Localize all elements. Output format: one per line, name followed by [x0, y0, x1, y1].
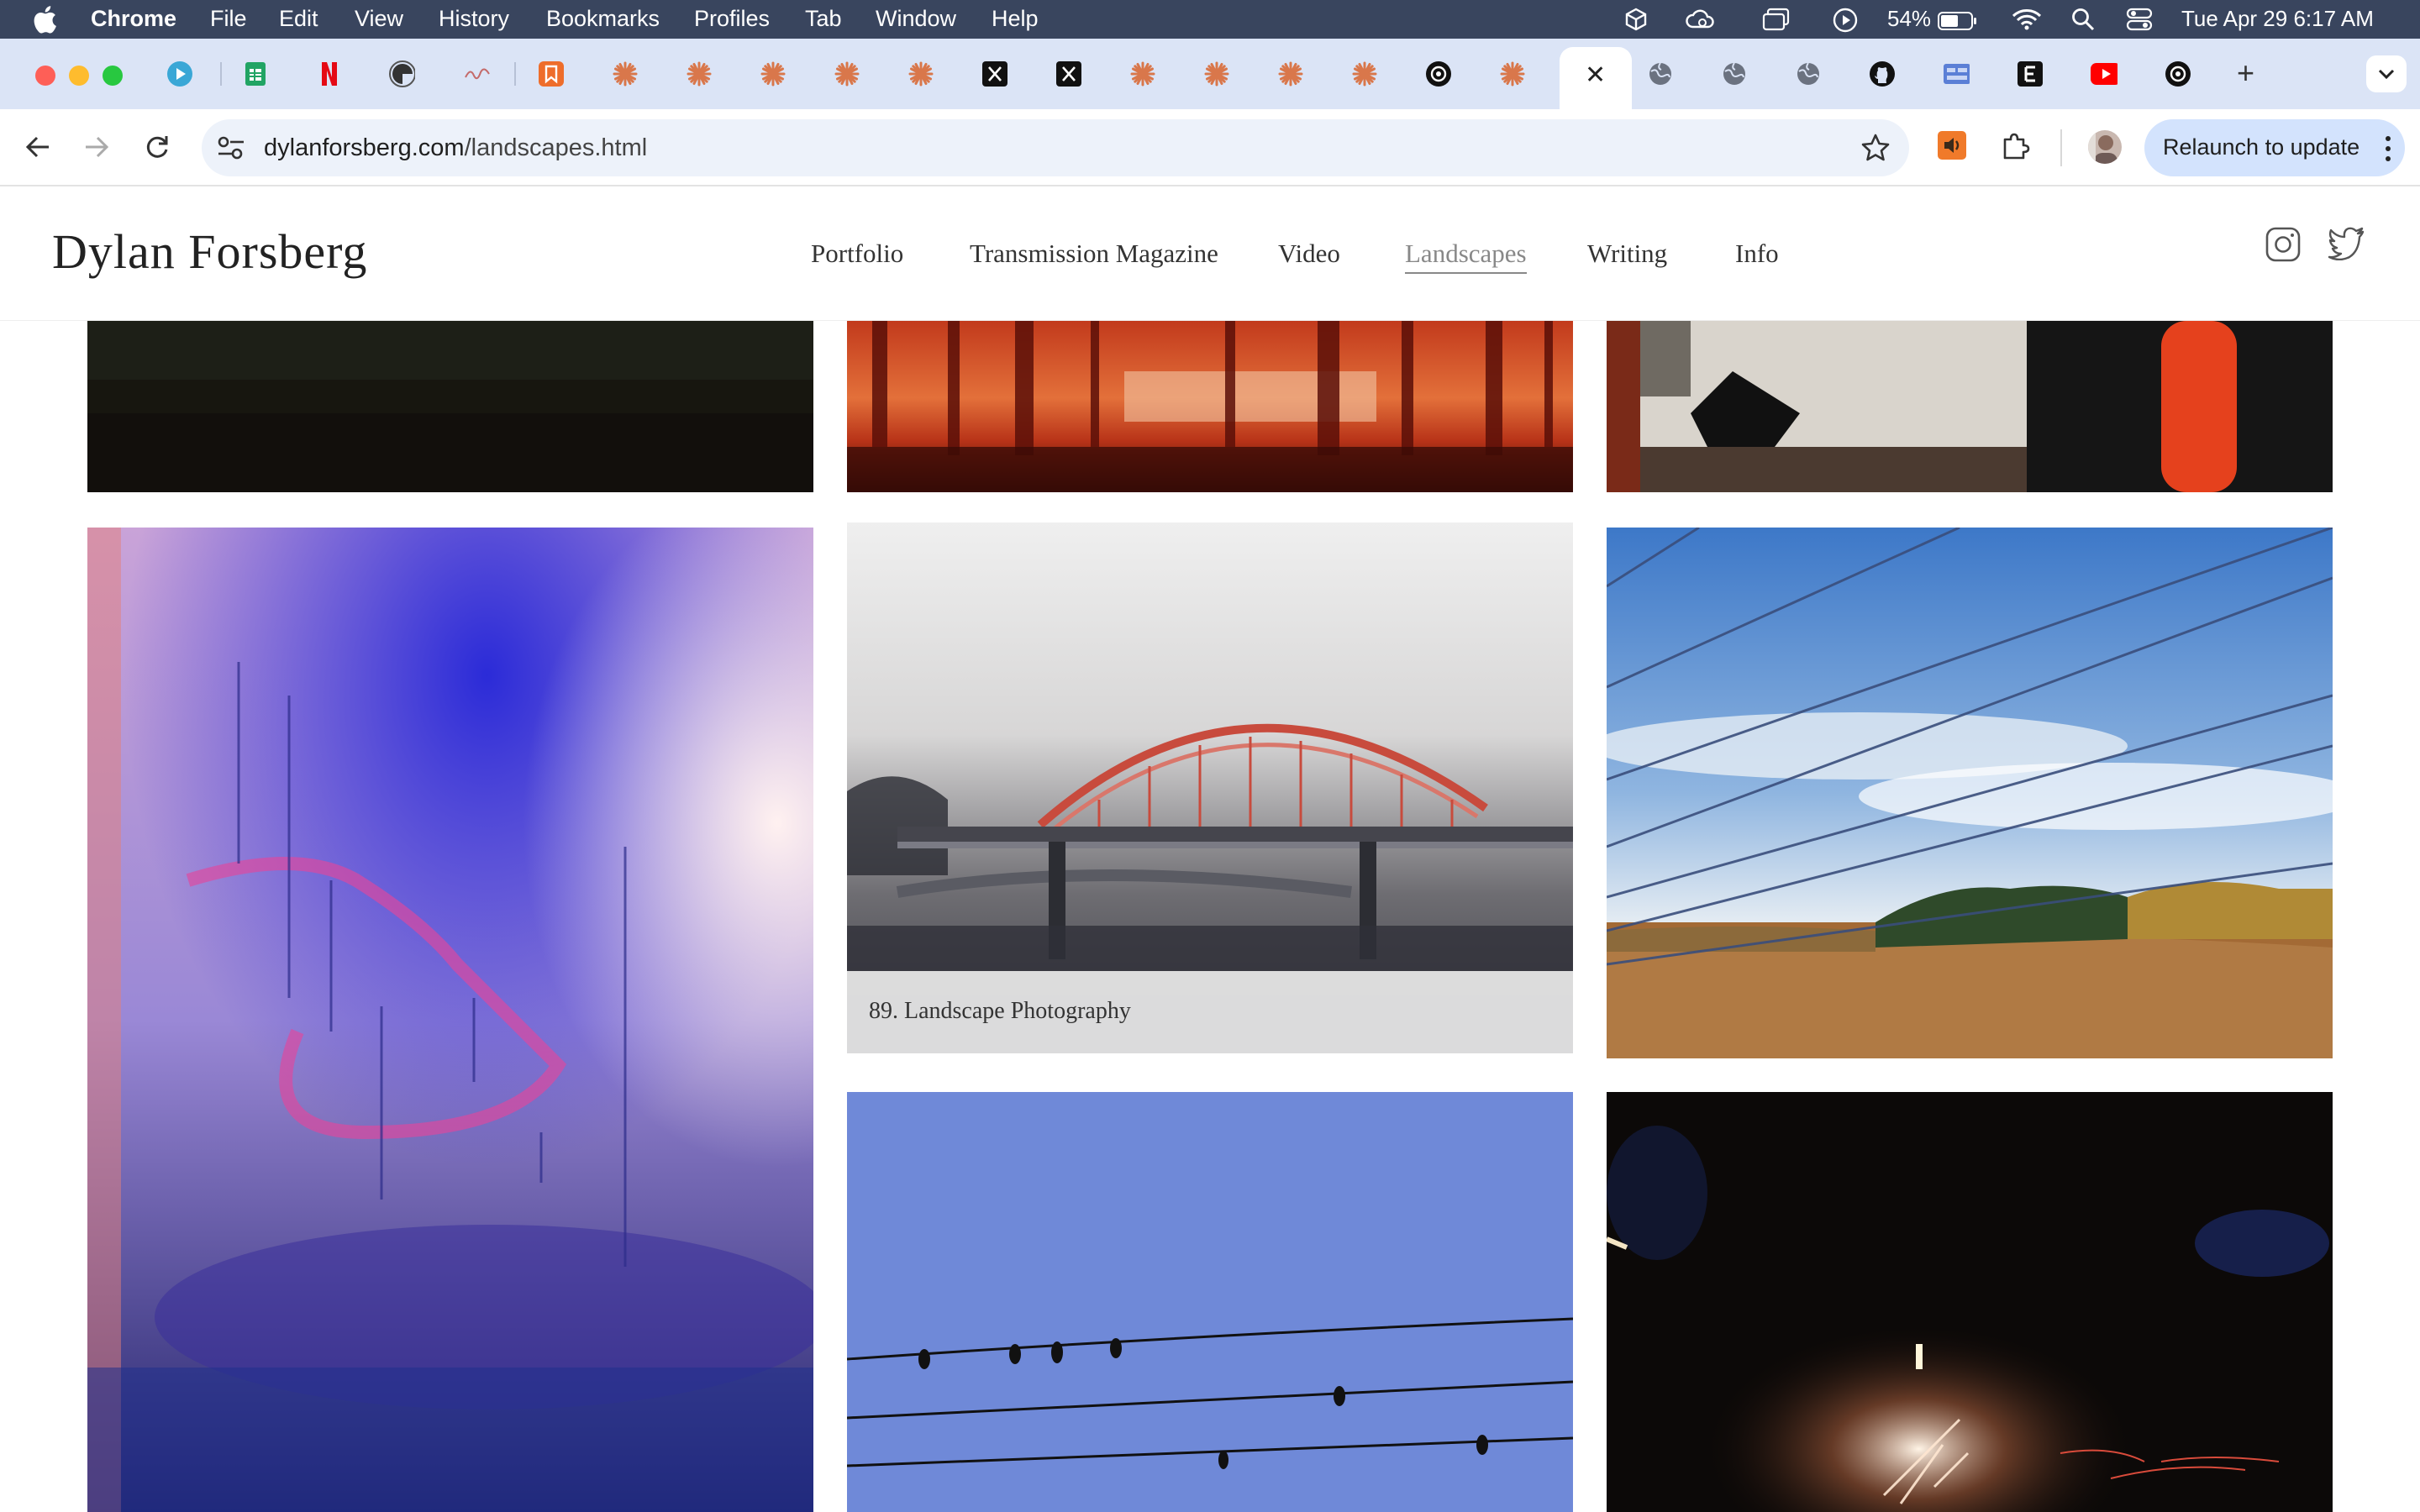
site-settings-icon[interactable]	[217, 134, 245, 165]
tab-claude-icon[interactable]	[834, 60, 860, 87]
new-tab-button[interactable]: +	[2237, 55, 2254, 91]
photo-room-red-light[interactable]	[1607, 321, 2333, 492]
photo-powerlines-field[interactable]	[1607, 528, 2333, 1058]
audio-extension-icon[interactable]	[1938, 131, 1966, 164]
tab-claude-icon[interactable]	[760, 60, 786, 87]
minimize-window-button[interactable]	[69, 66, 89, 86]
menu-app-name[interactable]: Chrome	[91, 6, 176, 32]
reload-icon[interactable]	[143, 133, 171, 165]
menu-view[interactable]: View	[355, 6, 403, 32]
tab-github-icon[interactable]	[1869, 60, 1896, 87]
tab-x-icon[interactable]	[1055, 60, 1082, 87]
site-header: Dylan Forsberg Portfolio Transmission Ma…	[0, 186, 2420, 321]
tab-claude-icon[interactable]	[686, 60, 713, 87]
relaunch-to-update-button[interactable]: Relaunch to update	[2144, 119, 2405, 176]
cube-icon[interactable]	[1623, 7, 1649, 38]
tab-claude-icon[interactable]	[1499, 60, 1526, 87]
battery-percent: 54%	[1887, 6, 1932, 31]
twitter-icon[interactable]	[2328, 227, 2365, 265]
chevron-down-icon	[2378, 69, 2395, 80]
tab-separator	[514, 62, 516, 86]
menu-tab[interactable]: Tab	[805, 6, 842, 32]
menu-history[interactable]: History	[439, 6, 509, 32]
toolbar-divider	[2060, 129, 2062, 166]
menu-edit[interactable]: Edit	[279, 6, 318, 32]
tab-claude-icon[interactable]	[612, 60, 639, 87]
address-bar[interactable]: dylanforsberg.com/landscapes.html	[202, 119, 1909, 176]
tab-pinwheel-icon[interactable]	[388, 60, 415, 87]
photo-caption: 89. Landscape Photography	[869, 998, 1131, 1024]
photo-abstract-purple[interactable]	[87, 528, 813, 1512]
tab-globe-icon[interactable]	[1795, 60, 1822, 87]
url-path: /landscapes.html	[464, 134, 648, 161]
bookmark-star-icon[interactable]	[1860, 133, 1891, 167]
control-center-icon[interactable]	[2126, 7, 2153, 38]
url-text: dylanforsberg.com/landscapes.html	[264, 134, 647, 162]
photo-dark-landscape[interactable]	[87, 321, 813, 492]
nav-landscapes[interactable]: Landscapes	[1405, 239, 1527, 274]
tab-youtube-icon[interactable]	[2091, 60, 2118, 87]
tab-globe-icon[interactable]	[1721, 60, 1748, 87]
tab-play-icon[interactable]	[166, 60, 193, 87]
window-stack-icon[interactable]	[1761, 7, 1791, 38]
url-domain: dylanforsberg.com	[264, 134, 465, 161]
play-circle-icon[interactable]	[1832, 7, 1859, 39]
close-tab-icon[interactable]: ✕	[1585, 60, 1606, 90]
tab-separator	[220, 62, 222, 86]
tab-search-button[interactable]	[2366, 55, 2407, 92]
close-window-button[interactable]	[35, 66, 55, 86]
instagram-icon[interactable]	[2265, 227, 2301, 266]
menu-profiles[interactable]: Profiles	[694, 6, 770, 32]
apple-icon[interactable]	[32, 5, 66, 34]
more-vert-icon	[2386, 136, 2391, 161]
macos-menubar: Chrome File Edit View History Bookmarks …	[0, 0, 2420, 39]
nav-writing[interactable]: Writing	[1587, 239, 1667, 269]
site-logo[interactable]: Dylan Forsberg	[52, 223, 367, 280]
tab-bookmark-app-icon[interactable]	[538, 60, 565, 87]
profile-avatar[interactable]	[2087, 129, 2123, 169]
photo-gallery: 89. Landscape Photography	[0, 321, 2420, 1512]
menu-file[interactable]: File	[210, 6, 247, 32]
zoom-window-button[interactable]	[103, 66, 123, 86]
menubar-datetime[interactable]: Tue Apr 29 6:17 AM	[2181, 6, 2374, 32]
wifi-icon[interactable]	[2012, 8, 2042, 36]
spotlight-search-icon[interactable]	[2070, 7, 2096, 38]
cloud-sync-icon[interactable]	[1684, 7, 1718, 38]
tab-sheets-icon[interactable]	[242, 60, 269, 87]
photo-birds-on-wires[interactable]	[847, 1092, 1573, 1512]
tab-claude-icon[interactable]	[1203, 60, 1230, 87]
nav-transmission-magazine[interactable]: Transmission Magazine	[970, 239, 1218, 269]
photo-night-lights[interactable]	[1607, 1092, 2333, 1512]
menu-window[interactable]: Window	[876, 6, 956, 32]
battery-icon[interactable]	[1938, 10, 1978, 36]
browser-toolbar: dylanforsberg.com/landscapes.html Relaun…	[0, 109, 2420, 186]
photo-red-curtains[interactable]	[847, 321, 1573, 492]
photo-caption-bar: 89. Landscape Photography	[847, 971, 1573, 1053]
extensions-puzzle-icon[interactable]	[2000, 131, 2030, 165]
tab-claude-icon[interactable]	[1277, 60, 1304, 87]
tab-openai-icon[interactable]	[2165, 60, 2191, 87]
back-arrow-icon[interactable]	[24, 133, 52, 165]
tab-dashboard-icon[interactable]	[1943, 60, 1970, 87]
tab-claude-icon[interactable]	[1129, 60, 1156, 87]
nav-info[interactable]: Info	[1735, 239, 1779, 269]
tab-claude-icon[interactable]	[908, 60, 934, 87]
tab-e-icon[interactable]	[2017, 60, 2044, 87]
tab-wave-icon[interactable]	[464, 60, 491, 87]
photo-red-bridge[interactable]: 89. Landscape Photography	[847, 522, 1573, 1053]
nav-portfolio[interactable]: Portfolio	[811, 239, 903, 269]
tab-globe-icon[interactable]	[1647, 60, 1674, 87]
tab-claude-icon[interactable]	[1351, 60, 1378, 87]
forward-arrow-icon[interactable]	[82, 133, 111, 165]
relaunch-label: Relaunch to update	[2163, 134, 2360, 160]
tab-x-icon[interactable]	[981, 60, 1008, 87]
menu-help[interactable]: Help	[992, 6, 1039, 32]
nav-video[interactable]: Video	[1278, 239, 1340, 269]
tab-netflix-icon[interactable]	[316, 60, 343, 87]
active-tab[interactable]: ✕	[1560, 47, 1632, 109]
menu-bookmarks[interactable]: Bookmarks	[546, 6, 660, 32]
tab-openai-icon[interactable]	[1425, 60, 1452, 87]
browser-tab-strip: ✕ +	[0, 39, 2420, 109]
